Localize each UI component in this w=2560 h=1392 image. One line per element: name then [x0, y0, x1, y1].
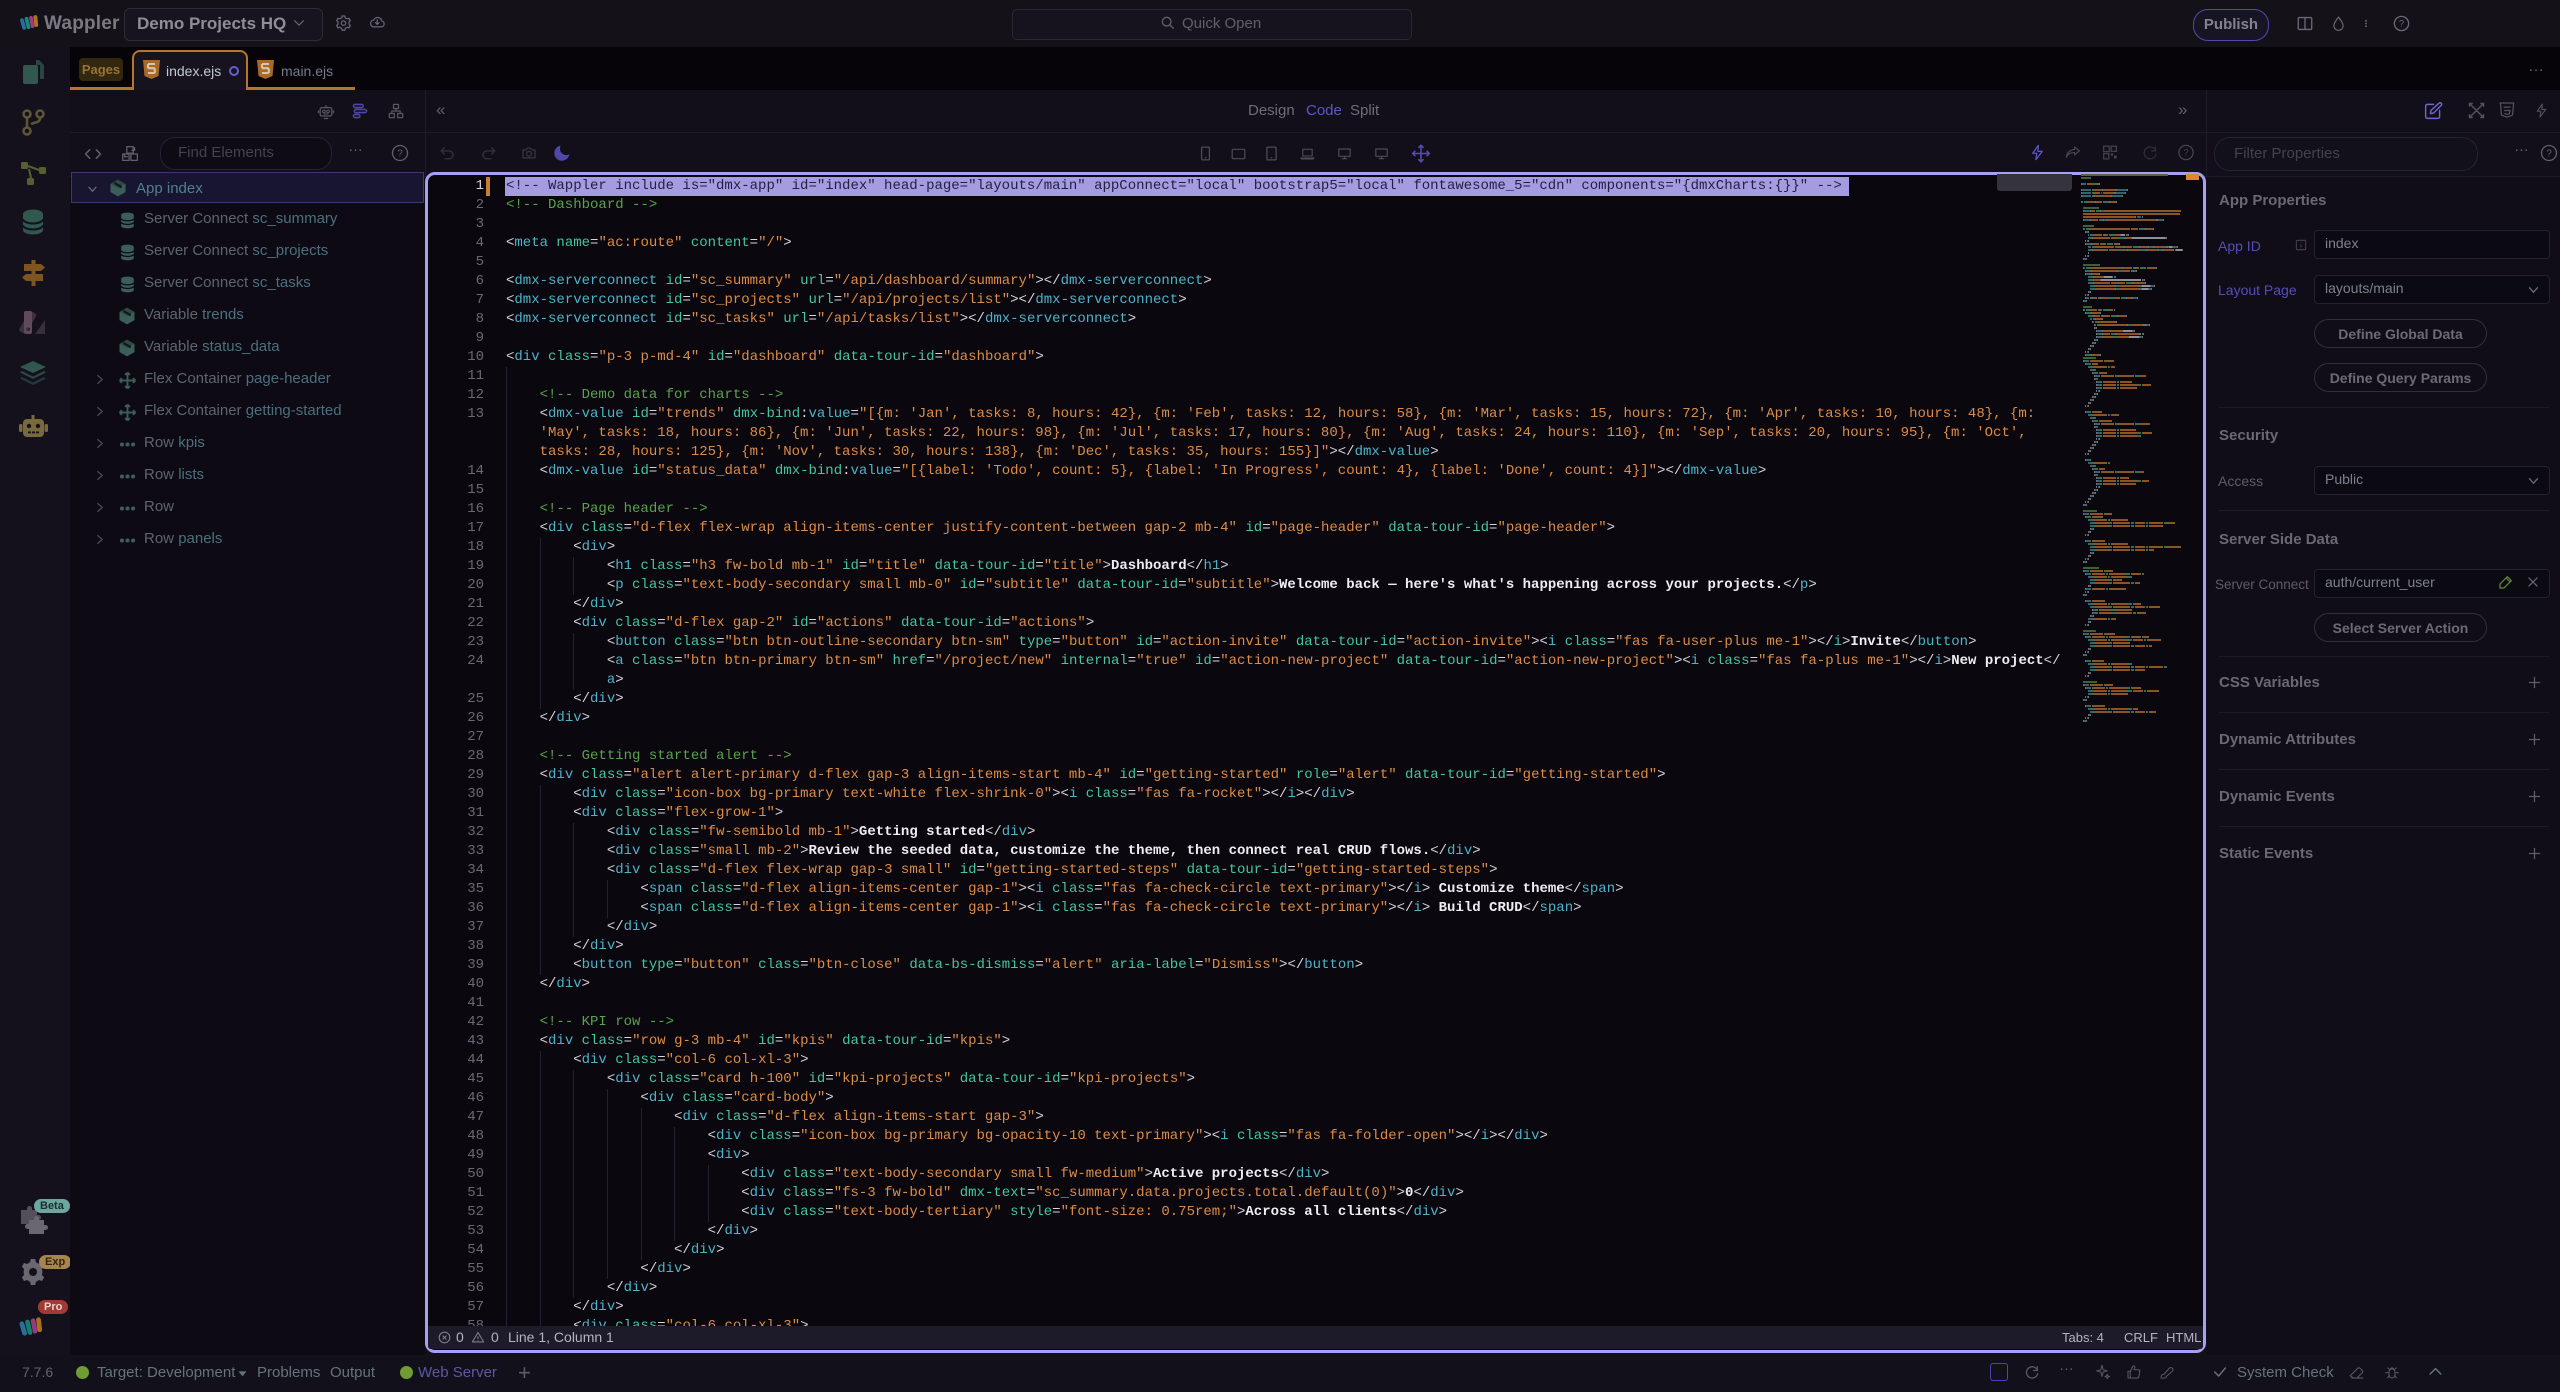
svg-text:?: ? [397, 148, 403, 159]
svg-text:?: ? [2183, 148, 2188, 159]
svg-text:?: ? [2546, 148, 2552, 159]
svg-text:?: ? [2399, 19, 2404, 30]
